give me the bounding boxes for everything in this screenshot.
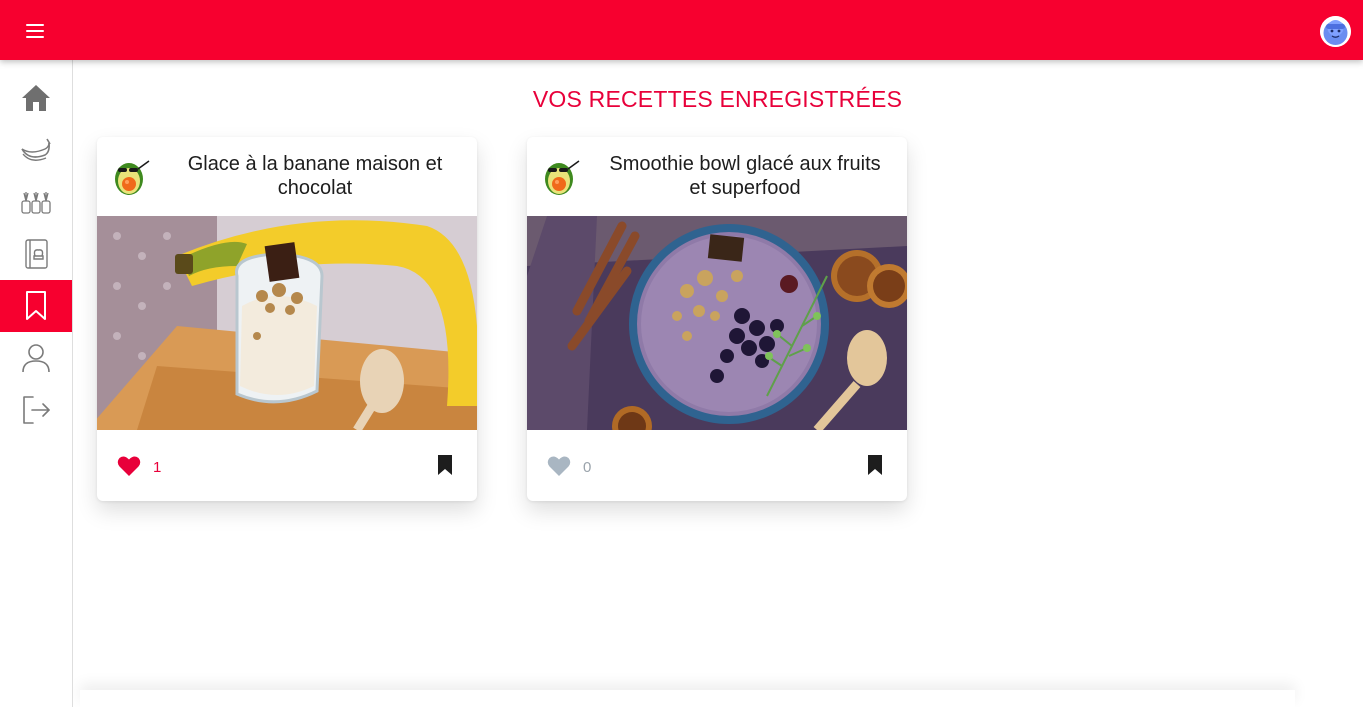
home-icon: [22, 85, 50, 111]
bottom-panel-edge: [80, 690, 1295, 707]
banana-icon: [21, 138, 51, 161]
sidebar-item-recipes[interactable]: [0, 176, 72, 228]
top-app-bar: [0, 0, 1363, 60]
user-avatar-button[interactable]: [1320, 16, 1351, 47]
like-button[interactable]: [547, 455, 571, 477]
recipe-card-header: Smoothie bowl glacé aux fruits et superf…: [527, 137, 907, 216]
user-avatar-icon: [1320, 16, 1351, 47]
heart-icon: [547, 456, 571, 476]
recipe-photo[interactable]: [527, 216, 907, 430]
bookmark-filled-icon: [438, 455, 452, 475]
avocado-logo-icon: [541, 155, 581, 197]
page-title: VOS RECETTES ENREGISTRÉES: [532, 86, 903, 112]
like-button[interactable]: [117, 455, 141, 477]
save-recipe-button[interactable]: [865, 455, 885, 477]
recipe-card-footer: 1: [97, 430, 477, 501]
recipe-card[interactable]: Glace à la banane maison et chocolat 1: [97, 137, 477, 501]
user-profile-icon: [22, 344, 50, 373]
menu-button[interactable]: [18, 18, 54, 44]
bookmark-filled-icon: [868, 455, 882, 475]
like-count: 0: [583, 459, 592, 476]
recipe-card[interactable]: Smoothie bowl glacé aux fruits et superf…: [527, 137, 907, 501]
recipe-card-footer: 0: [527, 430, 907, 501]
sidebar-item-profile[interactable]: [0, 332, 72, 384]
sidebar-item-home[interactable]: [0, 72, 72, 124]
logout-icon: [23, 396, 50, 424]
recipes-grid-icon: [21, 192, 51, 214]
bookmark-icon: [26, 291, 46, 320]
sidebar-item-logout[interactable]: [0, 384, 72, 436]
recipe-title[interactable]: Glace à la banane maison et chocolat: [169, 152, 461, 200]
recipe-title[interactable]: Smoothie bowl glacé aux fruits et superf…: [599, 152, 891, 200]
sidebar-nav: [0, 60, 73, 707]
avocado-logo-icon: [111, 155, 151, 197]
heart-icon: [117, 456, 141, 476]
sidebar-item-saved[interactable]: [0, 280, 72, 332]
recipe-book-icon: [25, 239, 48, 269]
recipe-card-header: Glace à la banane maison et chocolat: [97, 137, 477, 216]
sidebar-item-recipe-book[interactable]: [0, 228, 72, 280]
like-count: 1: [153, 459, 162, 476]
hamburger-menu-icon: [26, 24, 44, 38]
save-recipe-button[interactable]: [435, 455, 455, 477]
sidebar-item-fruits[interactable]: [0, 124, 72, 176]
recipe-photo[interactable]: [97, 216, 477, 430]
